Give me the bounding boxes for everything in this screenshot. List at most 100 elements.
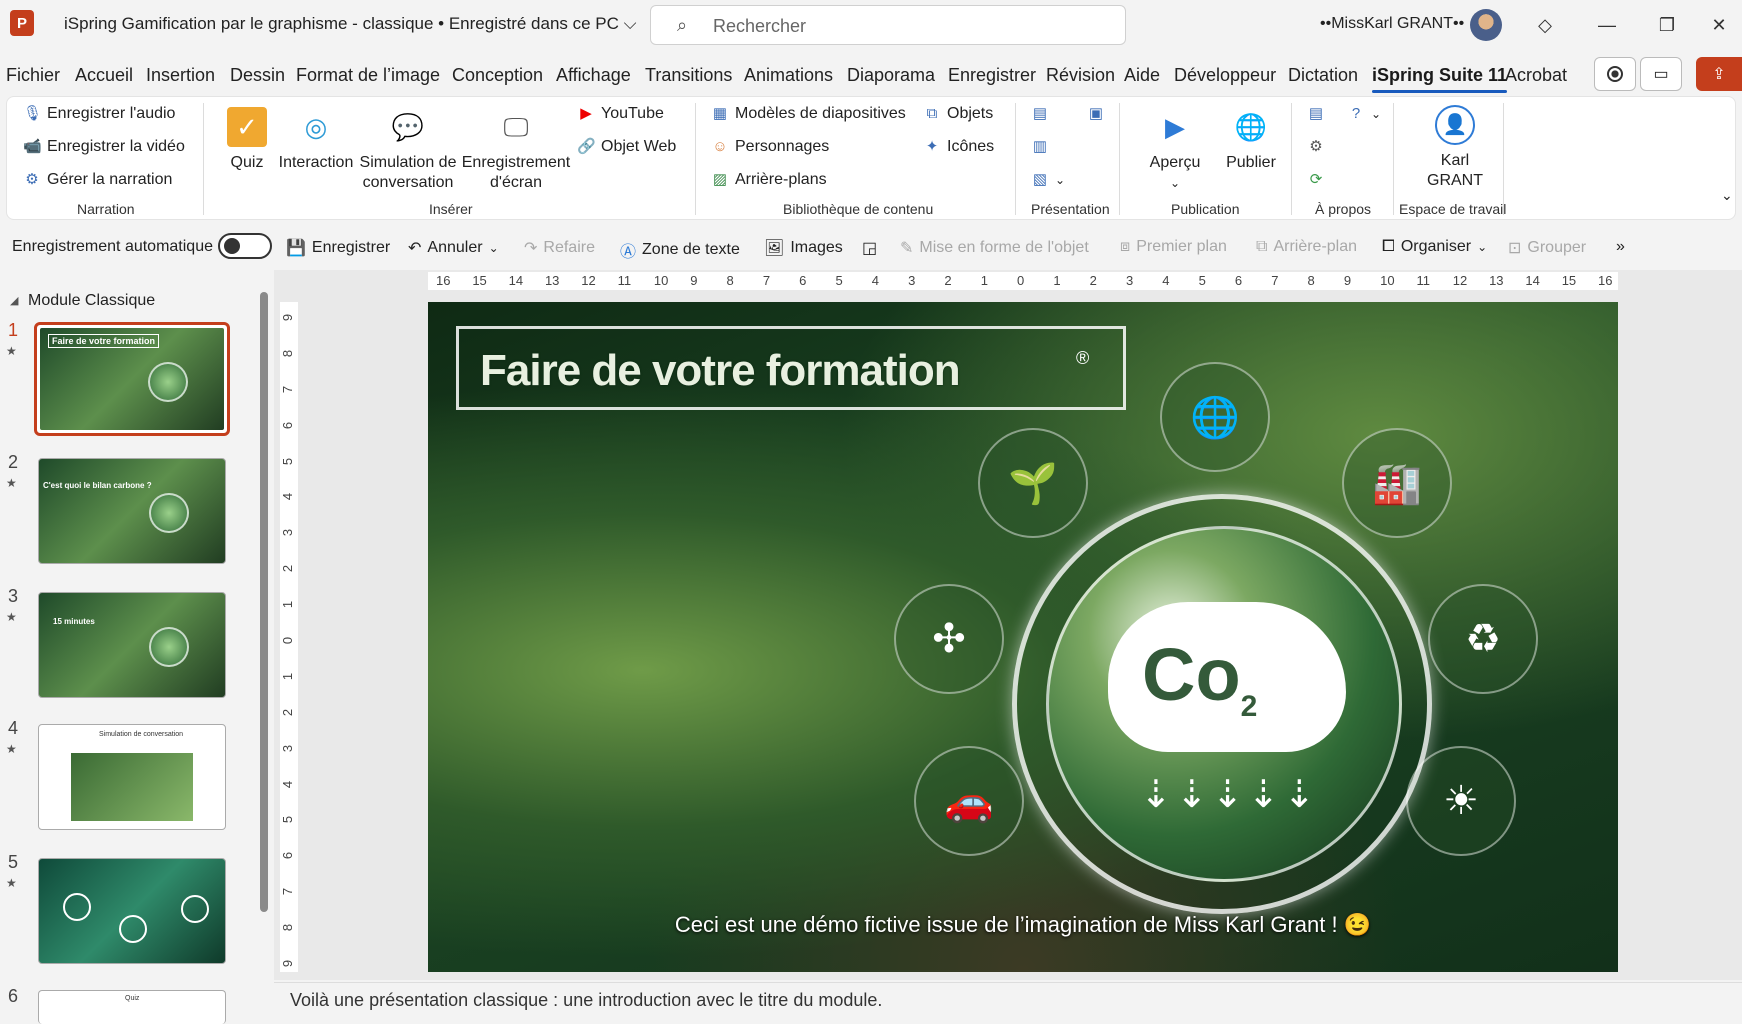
tab-dessin[interactable]: Dessin <box>230 65 285 86</box>
tab-fichier[interactable]: Fichier <box>6 65 60 86</box>
plant-hand-icon[interactable]: 🌱 <box>978 428 1088 538</box>
record-video-button[interactable]: 📹 Enregistrer la vidéo <box>23 138 185 156</box>
module-title[interactable]: Module Classique <box>28 292 155 310</box>
objects-label: Objets <box>947 105 994 122</box>
redo-icon: ↷ <box>524 240 538 257</box>
interaction-button[interactable]: ◎ Interaction <box>273 107 359 173</box>
web-object-button[interactable]: 🔗 Objet Web <box>577 138 676 156</box>
images-button[interactable]: 🖼 Images <box>764 238 843 258</box>
publish-button[interactable]: 🌐 Publier <box>1215 107 1287 173</box>
textbox-button[interactable]: Ⓐ Zone de texte <box>620 238 740 262</box>
ruler-tick: 1 <box>980 273 988 288</box>
avatar[interactable] <box>1470 9 1502 41</box>
tab-enregistrer[interactable]: Enregistrer <box>948 65 1036 86</box>
tab-diaporama[interactable]: Diaporama <box>847 65 935 86</box>
restore-button[interactable]: ❐ <box>1642 8 1692 42</box>
backgrounds-button[interactable]: ▨ Arrière-plans <box>711 171 827 189</box>
undo-button[interactable]: ↶ Annuler ⌄ <box>408 238 499 258</box>
tab-aide[interactable]: Aide <box>1124 65 1160 86</box>
redo-button[interactable]: ↷ Refaire <box>524 238 595 258</box>
preview-label: Aperçu <box>1149 154 1201 171</box>
slide-canvas[interactable]: Faire de votre formation ® 🌐 🌱 🏭 ✣ ♻ 🚗 ☀… <box>428 302 1618 972</box>
notes-text[interactable]: Voilà une présentation classique : une i… <box>290 990 882 1011</box>
diamond-icon[interactable]: ◇ <box>1520 8 1570 42</box>
document-title[interactable]: iSpring Gamification par le graphisme - … <box>64 14 637 34</box>
tab-revision[interactable]: Révision <box>1046 65 1115 86</box>
preview-button[interactable]: ▶ Aperçu ⌄ <box>1139 107 1211 193</box>
tab-acrobat[interactable]: Acrobat <box>1505 65 1567 86</box>
share-button[interactable]: ⇪ <box>1696 57 1742 91</box>
recycle-icon[interactable]: ♻ <box>1428 584 1538 694</box>
tab-accueil[interactable]: Accueil <box>75 65 133 86</box>
more-commands-icon[interactable]: » <box>1616 238 1625 256</box>
send-back-button[interactable]: ⧉ Arrière-plan <box>1256 238 1357 256</box>
ruler-tick: 9 <box>690 273 698 288</box>
record-audio-button[interactable]: 🎙 Enregistrer l'audio <box>23 105 175 123</box>
update-button[interactable]: ⟳ <box>1307 171 1325 189</box>
slide-thumbnail-1[interactable]: Faire de votre formation <box>34 322 230 436</box>
save-button[interactable]: 💾 Enregistrer <box>286 238 390 258</box>
tab-ispring-suite[interactable]: iSpring Suite 11 <box>1372 65 1508 93</box>
ruler-tick: 12 <box>1452 273 1468 288</box>
comments-button[interactable]: ▭ <box>1640 57 1682 91</box>
search-placeholder: Rechercher <box>713 16 807 36</box>
tab-dictation[interactable]: Dictation <box>1288 65 1358 86</box>
group-button[interactable]: ⊡ Grouper <box>1508 238 1586 258</box>
youtube-button[interactable]: ▶ YouTube <box>577 105 664 123</box>
screen-recording-button[interactable]: 🖵 Enregistrement d'écran <box>461 107 571 193</box>
wind-turbine-icon[interactable]: ✣ <box>894 584 1004 694</box>
slide-title[interactable]: Faire de votre formation <box>480 346 961 396</box>
close-button[interactable]: ✕ <box>1694 8 1742 42</box>
tab-developpeur[interactable]: Développeur <box>1174 65 1276 86</box>
user-name[interactable]: ••MissKarl GRANT•• <box>1320 15 1464 33</box>
characters-button[interactable]: ☺ Personnages <box>711 138 829 156</box>
tab-affichage[interactable]: Affichage <box>556 65 631 86</box>
presentation-properties-button[interactable]: ▤ <box>1031 105 1049 123</box>
shapes-button[interactable]: ◲ <box>862 238 877 258</box>
tab-transitions[interactable]: Transitions <box>645 65 732 86</box>
manage-narration-button[interactable]: ⚙ Gérer la narration <box>23 171 172 189</box>
settings-button[interactable]: ⚙ <box>1307 138 1325 156</box>
tab-insertion[interactable]: Insertion <box>146 65 215 86</box>
slide-templates-button[interactable]: ▦ Modèles de diapositives <box>711 105 906 123</box>
collapse-module-icon[interactable]: ◢ <box>10 294 18 307</box>
format-object-button[interactable]: ✎ Mise en forme de l'objet <box>900 238 1089 258</box>
scrollbar-thumb[interactable] <box>260 292 268 912</box>
record-audio-label: Enregistrer l'audio <box>47 105 176 122</box>
tab-animations[interactable]: Animations <box>744 65 833 86</box>
bring-front-button[interactable]: ⧈ Premier plan <box>1120 238 1227 256</box>
powerpoint-logo-icon[interactable]: P <box>10 10 34 36</box>
presentation-resources-button[interactable]: ▥ <box>1031 138 1049 156</box>
thumb-title: Quiz <box>125 995 140 1002</box>
record-button[interactable] <box>1594 57 1636 91</box>
globe-icon[interactable]: 🌐 <box>1160 362 1270 472</box>
slide-thumbnail-5[interactable] <box>38 858 226 964</box>
presentation-player-button[interactable]: ▧ ⌄ <box>1031 171 1065 189</box>
slide-thumbnail-3[interactable]: 15 minutes <box>38 592 226 698</box>
account-button[interactable]: 👤 Karl GRANT <box>1409 105 1501 191</box>
icons-button[interactable]: ✦ Icônes <box>923 138 994 156</box>
interaction-icon: ◎ <box>304 112 328 142</box>
info-button[interactable]: ▤ <box>1307 105 1325 123</box>
help-button[interactable]: ? ⌄ <box>1347 105 1381 123</box>
minimize-button[interactable]: — <box>1582 8 1632 42</box>
presentation-settings-button[interactable]: ▣ <box>1087 105 1105 123</box>
autosave-toggle[interactable] <box>218 233 272 259</box>
ruler-tick: 3 <box>1125 273 1134 288</box>
slide-thumbnail-6[interactable]: Quiz <box>38 990 226 1024</box>
tab-conception[interactable]: Conception <box>452 65 543 86</box>
tab-format-image[interactable]: Format de l’image <box>296 65 440 86</box>
search-input[interactable]: ⌕ Rechercher <box>650 5 1126 45</box>
collapse-ribbon-icon[interactable]: ⌄ <box>1721 187 1733 204</box>
slide-caption[interactable]: Ceci est une démo fictive issue de l’ima… <box>428 912 1618 938</box>
quiz-button[interactable]: ✓ Quiz <box>219 107 275 173</box>
objects-button[interactable]: ⧉ Objets <box>923 105 994 123</box>
slide-thumbnail-2[interactable]: C'est quoi le bilan carbone ? <box>38 458 226 564</box>
electric-car-icon[interactable]: 🚗 <box>914 746 1024 856</box>
slide-thumbnail-4[interactable]: Simulation de conversation <box>38 724 226 830</box>
ruler-tick: 6 <box>280 852 296 860</box>
slide-panel-scrollbar[interactable] <box>256 270 270 1024</box>
factory-icon[interactable]: 🏭 <box>1342 428 1452 538</box>
arrange-button[interactable]: ⧠ Organiser ⌄ <box>1382 238 1487 256</box>
conversation-simulation-button[interactable]: 💬 Simulation de conversation <box>355 107 461 193</box>
